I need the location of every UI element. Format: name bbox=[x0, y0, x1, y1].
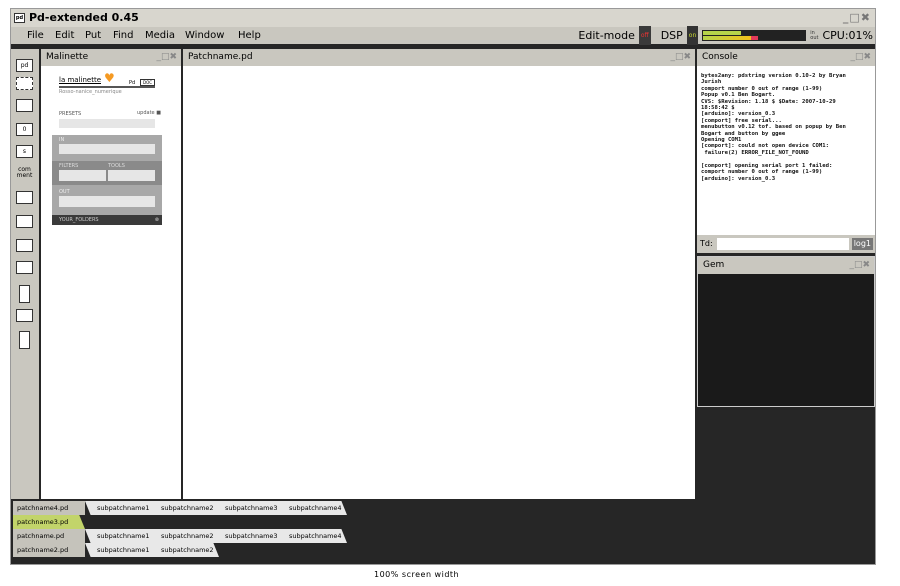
filters-field[interactable] bbox=[59, 170, 106, 181]
menu-put[interactable]: Put bbox=[85, 27, 101, 44]
doc-button[interactable]: DOC bbox=[140, 79, 156, 86]
gem-controls[interactable]: _□✖ bbox=[849, 257, 870, 274]
gem-title-bar: Gem _□✖ bbox=[698, 257, 874, 274]
subpatch-tab[interactable]: subpatchname4 bbox=[277, 501, 347, 515]
subpatch-tab[interactable]: subpatchname2 bbox=[149, 543, 219, 557]
patch-tab[interactable]: patchname.pd bbox=[13, 529, 85, 543]
title-bar: pd Pd-extended 0.45 _□✖ bbox=[11, 9, 875, 27]
malinette-panel: Malinette _□✖ la malinette ♥ Pd DOC Rosso… bbox=[41, 49, 181, 499]
subpatch-tab[interactable]: subpatchname2 bbox=[149, 529, 219, 543]
out-label: OUT bbox=[59, 189, 70, 195]
object-toolbar: pd 0 s com ment bbox=[11, 49, 39, 499]
divider bbox=[59, 86, 155, 88]
tool-toggle-icon[interactable] bbox=[16, 215, 33, 228]
cpu-readout: CPU:01% bbox=[822, 29, 873, 42]
patch-tab-row: patchname2.pd subpatchname1 subpatchname2 bbox=[13, 543, 219, 557]
tool-number-icon[interactable]: 0 bbox=[16, 123, 33, 136]
tool-message-box-dashed-icon[interactable] bbox=[16, 77, 33, 90]
subpatch-tab[interactable]: subpatchname3 bbox=[213, 529, 283, 543]
caption: 100% screen width bbox=[374, 570, 460, 579]
tool-hradio-icon[interactable] bbox=[16, 309, 33, 322]
your-folders-bar[interactable]: YOUR_FOLDERS ⊗ bbox=[52, 215, 162, 225]
menu-file[interactable]: File bbox=[27, 27, 44, 44]
console-controls[interactable]: _□✖ bbox=[850, 49, 871, 66]
window-title: Pd-extended 0.45 bbox=[29, 11, 139, 24]
in-label: IN bbox=[59, 137, 65, 143]
heart-icon: ♥ bbox=[104, 71, 115, 85]
menu-help[interactable]: Help bbox=[238, 27, 261, 44]
console-input[interactable] bbox=[717, 238, 849, 250]
tool-vslider-arrow-icon[interactable] bbox=[16, 239, 33, 252]
tool-bang-icon[interactable] bbox=[16, 191, 33, 204]
input-label: Td: bbox=[700, 239, 713, 248]
console-input-bar: Td: log1 bbox=[697, 235, 875, 253]
subtitle: Rosso-nanice_numerique bbox=[59, 89, 122, 95]
gem-title: Gem bbox=[703, 260, 725, 270]
tool-vradio-icon[interactable] bbox=[19, 331, 30, 349]
modules-box: IN FILTERS TOOLS OUT YOUR_FOLDERS ⊗ bbox=[52, 135, 162, 225]
meter-labels: in out bbox=[810, 29, 819, 41]
panel-controls[interactable]: _□✖ bbox=[156, 49, 177, 66]
patch-controls[interactable]: _□✖ bbox=[670, 49, 691, 66]
subpatch-tab[interactable]: subpatchname4 bbox=[277, 529, 347, 543]
edit-mode-toggle[interactable]: off bbox=[638, 26, 651, 45]
dsp-toggle[interactable]: on bbox=[686, 26, 699, 45]
subpatch-tab[interactable]: subpatchname2 bbox=[149, 501, 219, 515]
menu-bar: Edit-mode off DSP on in out CPU:01% File E… bbox=[11, 26, 875, 45]
console-panel: Console _□✖ bytes2any: pdstring version 0… bbox=[697, 49, 875, 253]
tools-field[interactable] bbox=[108, 170, 155, 181]
presets-label: PRESETS bbox=[59, 111, 82, 117]
dsp-label: DSP bbox=[660, 29, 683, 42]
patch-title: Patchname.pd bbox=[188, 52, 253, 62]
menu-edit[interactable]: Edit bbox=[55, 27, 74, 44]
console-title: Console bbox=[702, 52, 738, 62]
filters-label: FILTERS bbox=[59, 163, 79, 169]
subpatch-tab[interactable]: subpatchname1 bbox=[85, 501, 155, 515]
tool-symbol-icon[interactable]: s bbox=[16, 145, 33, 158]
panel-title: Malinette bbox=[46, 52, 89, 62]
subpatch-tab[interactable]: subpatchname3 bbox=[213, 501, 283, 515]
tool-pd-icon[interactable]: pd bbox=[16, 59, 33, 72]
out-field[interactable] bbox=[59, 196, 155, 207]
subpatch-tab[interactable]: subpatchname1 bbox=[85, 543, 155, 557]
console-output: bytes2any: pdstring version 0.10-2 by Br… bbox=[701, 73, 846, 182]
window-controls[interactable]: _□✖ bbox=[843, 9, 871, 27]
tool-hslider-icon[interactable] bbox=[16, 261, 33, 274]
edit-mode-label: Edit-mode bbox=[578, 29, 635, 42]
audio-meter bbox=[702, 30, 807, 41]
in-field[interactable] bbox=[59, 144, 155, 154]
tool-comment-icon[interactable]: com ment bbox=[16, 167, 33, 180]
presets-field[interactable] bbox=[59, 119, 155, 128]
patch-canvas[interactable]: Patchname.pd _□✖ bbox=[183, 49, 695, 499]
console-title-bar: Console _□✖ bbox=[697, 49, 875, 66]
status-area: Edit-mode off DSP on in out CPU:01% bbox=[578, 26, 873, 45]
update-button[interactable]: update ■ bbox=[137, 110, 161, 116]
subpatch-tab[interactable]: subpatchname1 bbox=[85, 529, 155, 543]
patch-tab-row: patchname.pd subpatchname1 subpatchname2 su… bbox=[13, 529, 347, 543]
pd-icon: pd bbox=[14, 13, 25, 23]
panel-title-bar: Malinette _□✖ bbox=[41, 49, 181, 66]
tool-object-icon[interactable] bbox=[16, 99, 33, 112]
gem-panel: Gem _□✖ bbox=[697, 256, 875, 407]
patch-title-bar: Patchname.pd _□✖ bbox=[183, 49, 695, 66]
menu-find[interactable]: Find bbox=[113, 27, 134, 44]
malinette-logo: la malinette bbox=[59, 76, 101, 84]
patch-tab[interactable]: patchname4.pd bbox=[13, 501, 85, 515]
pd-window: pd Pd-extended 0.45 _□✖ Edit-mode off DS… bbox=[10, 8, 876, 565]
patch-tab[interactable]: patchname3.pd bbox=[13, 515, 85, 529]
log-level-button[interactable]: log1 bbox=[851, 238, 873, 250]
tools-label: TOOLS bbox=[108, 163, 125, 169]
patch-tab-row: patchname4.pd subpatchname1 subpatchname2 s… bbox=[13, 501, 347, 515]
patch-tab[interactable]: patchname2.pd bbox=[13, 543, 85, 557]
menu-media[interactable]: Media bbox=[145, 27, 175, 44]
tool-vslider-icon[interactable] bbox=[19, 285, 30, 303]
menu-window[interactable]: Window bbox=[185, 27, 224, 44]
patch-tab-row: patchname3.pd bbox=[13, 515, 85, 529]
